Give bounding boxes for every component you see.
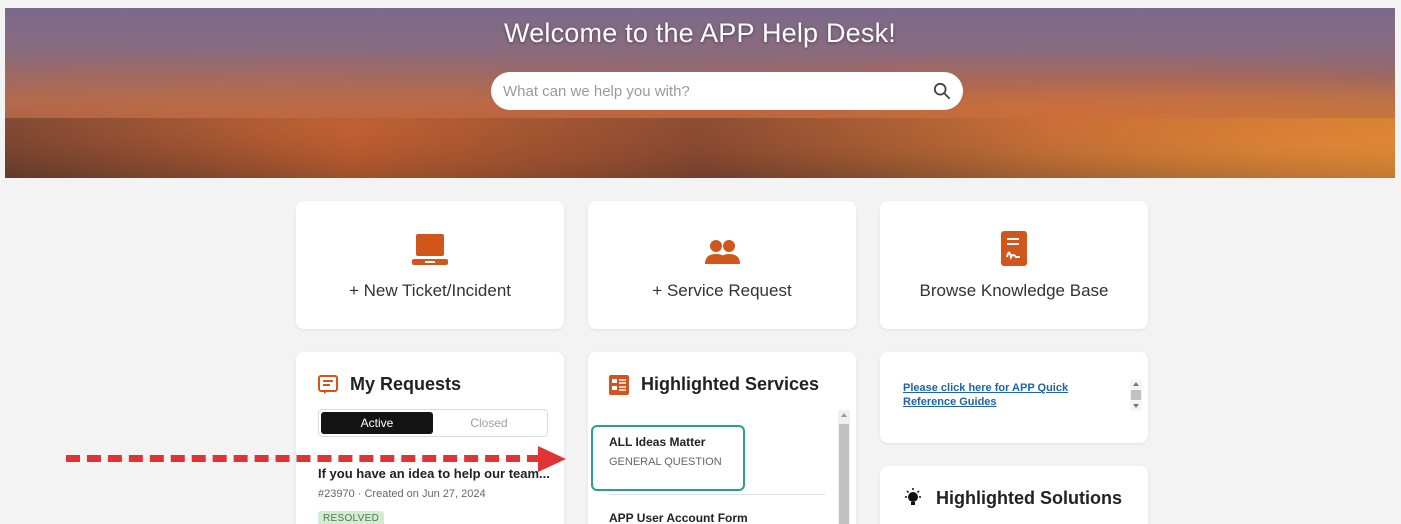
service-request-card[interactable]: + Service Request bbox=[588, 201, 856, 329]
quick-reference-scrollbar[interactable] bbox=[1130, 379, 1142, 411]
hero-background-ridge bbox=[5, 118, 1395, 178]
my-requests-title: My Requests bbox=[350, 374, 462, 394]
tab-closed[interactable]: Closed bbox=[433, 412, 545, 434]
divider bbox=[609, 494, 825, 495]
status-badge: RESOLVED bbox=[318, 511, 385, 524]
highlighted-services-header: Highlighted Services bbox=[609, 374, 819, 395]
service-item-title[interactable]: APP User Account Form bbox=[609, 511, 748, 524]
services-scrollbar[interactable] bbox=[838, 410, 850, 524]
service-item-title: ALL Ideas Matter bbox=[609, 435, 706, 449]
service-item-category: GENERAL QUESTION bbox=[609, 456, 722, 468]
scroll-thumb[interactable] bbox=[1131, 390, 1141, 400]
annotation-arrow-line bbox=[66, 455, 541, 462]
scroll-thumb[interactable] bbox=[839, 424, 849, 524]
laptop-icon bbox=[296, 234, 564, 266]
highlighted-solutions-header: Highlighted Solutions bbox=[902, 487, 1122, 509]
request-tabs: Active Closed bbox=[318, 409, 548, 437]
search-icon[interactable] bbox=[933, 82, 951, 100]
my-requests-header: My Requests bbox=[318, 374, 461, 395]
knowledge-base-card[interactable]: Browse Knowledge Base bbox=[880, 201, 1148, 329]
quick-reference-panel: Please click here for APP Quick Referenc… bbox=[880, 352, 1148, 443]
service-item-highlighted[interactable]: ALL Ideas Matter GENERAL QUESTION bbox=[591, 425, 745, 491]
document-icon bbox=[880, 231, 1148, 266]
scroll-down-icon[interactable] bbox=[1133, 404, 1139, 408]
annotation-arrow-head-icon bbox=[538, 446, 566, 472]
new-ticket-card[interactable]: + New Ticket/Incident bbox=[296, 201, 564, 329]
quick-reference-link[interactable]: Please click here for APP Quick Referenc… bbox=[903, 381, 1103, 409]
knowledge-base-label: Browse Knowledge Base bbox=[919, 281, 1109, 300]
highlighted-solutions-title: Highlighted Solutions bbox=[936, 487, 1122, 508]
scroll-up-icon[interactable] bbox=[1133, 382, 1139, 386]
tab-active[interactable]: Active bbox=[321, 412, 433, 434]
list-icon bbox=[609, 374, 629, 395]
lightbulb-icon bbox=[905, 488, 921, 505]
new-ticket-label: + New Ticket/Incident bbox=[348, 281, 512, 300]
request-meta: #23970 · Created on Jun 27, 2024 bbox=[318, 488, 486, 500]
message-icon bbox=[318, 374, 338, 394]
request-title[interactable]: If you have an idea to help our team... bbox=[318, 466, 550, 481]
hero-banner: Welcome to the APP Help Desk! bbox=[5, 8, 1395, 178]
users-icon bbox=[588, 234, 856, 266]
highlighted-services-title: Highlighted Services bbox=[641, 374, 820, 394]
search-bar[interactable] bbox=[491, 72, 963, 110]
search-input[interactable] bbox=[503, 82, 933, 100]
scroll-up-icon[interactable] bbox=[841, 413, 847, 417]
page-title: Welcome to the APP Help Desk! bbox=[504, 18, 896, 48]
highlighted-services-panel: Highlighted Services ALL Ideas Matter GE… bbox=[588, 352, 856, 524]
highlighted-solutions-panel: Highlighted Solutions bbox=[880, 466, 1148, 524]
my-requests-panel: My Requests Active Closed If you have an… bbox=[296, 352, 564, 524]
service-request-label: + Service Request bbox=[652, 281, 792, 300]
